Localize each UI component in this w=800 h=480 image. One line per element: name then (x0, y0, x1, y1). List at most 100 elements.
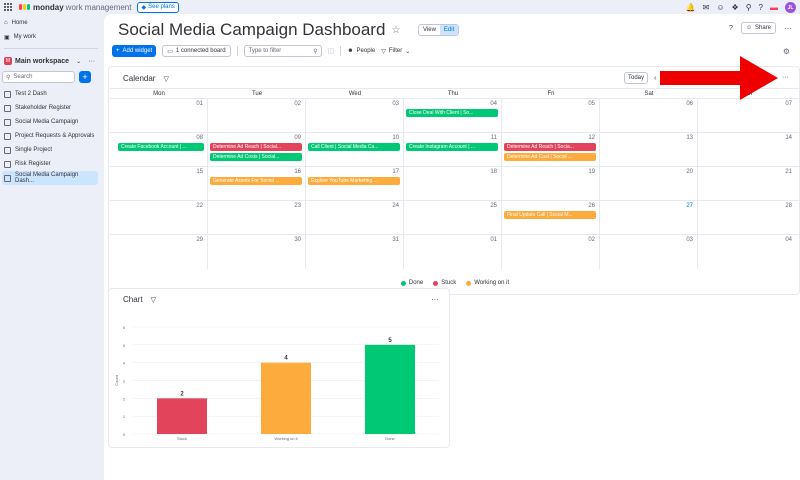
day-number: 02 (588, 237, 595, 243)
edit-mode-button[interactable]: Edit (439, 25, 459, 35)
calendar-day[interactable]: 09 Determine Ad Reach | Social... Determ… (208, 133, 306, 166)
calendar-day[interactable]: 10 Call Client | Social Media Ca... (306, 133, 404, 166)
filter-input[interactable]: Type to filter ⚲ (243, 45, 322, 57)
calendar-event[interactable]: Determine Ad Costs | Social... (210, 153, 302, 161)
calendar-day[interactable]: 14 (698, 133, 796, 166)
sidebar-item-board[interactable]: Test 2 Dash (0, 87, 102, 101)
help-icon[interactable]: ? (729, 25, 733, 32)
add-widget-button[interactable]: + Add widget (112, 45, 157, 57)
chart-more-icon[interactable]: ··· (431, 295, 439, 304)
sidebar-item-board[interactable]: Stakeholder Register (0, 101, 102, 115)
add-item-button[interactable]: + (79, 71, 91, 83)
sidebar-item-board[interactable]: Risk Register (0, 157, 102, 171)
user-avatar[interactable]: JL (785, 2, 796, 13)
calendar-day[interactable]: 01 (404, 235, 502, 269)
calendar-event[interactable]: Generate Assets For Social ... (210, 177, 302, 185)
calendar-day[interactable]: 03 (306, 99, 404, 132)
day-number: 22 (196, 203, 203, 209)
sidebar-item-my-work[interactable]: ▣ My work (0, 30, 102, 44)
calendar-day[interactable]: 12 Determine Ad Reach | Socia... Determi… (502, 133, 600, 166)
sidebar-item-home[interactable]: ⌂ Home (0, 16, 102, 30)
calendar-day[interactable]: 08 Create Facebook Account | ... (110, 133, 208, 166)
board-icon: ▭ (167, 48, 173, 55)
sidebar-item-board[interactable]: Single Project (0, 143, 102, 157)
notifications-icon[interactable]: 🔔 (686, 3, 696, 12)
calendar-day[interactable]: 05 (502, 99, 600, 132)
calendar-event[interactable]: Close Deal With Client | So... (406, 109, 498, 117)
calendar-day[interactable]: 20 (600, 167, 698, 200)
connected-boards-button[interactable]: ▭ 1 connected board (162, 45, 231, 57)
share-button[interactable]: ☺ Share (740, 22, 776, 34)
calendar-day[interactable]: 13 (600, 133, 698, 166)
calendar-day[interactable]: 24 (306, 201, 404, 234)
calendar-day[interactable]: 25 (404, 201, 502, 234)
calendar-title[interactable]: Calendar (123, 74, 155, 83)
page-title[interactable]: Social Media Campaign Dashboard (118, 20, 385, 40)
calendar-day[interactable]: 29 (110, 235, 208, 269)
sidebar-search-input[interactable]: ⚲ Search (2, 71, 75, 83)
bar[interactable] (157, 398, 207, 434)
calendar-day[interactable]: 21 (698, 167, 796, 200)
invite-members-icon[interactable]: ☺ (716, 3, 724, 12)
calendar-day[interactable]: 26 Final Update Call | Social M... (502, 201, 600, 234)
save-filter-icon[interactable]: ◫ (328, 47, 335, 55)
calendar-day[interactable]: 15 (110, 167, 208, 200)
legend-item-stuck[interactable]: Stuck (433, 280, 456, 286)
calendar-day[interactable]: 19 (502, 167, 600, 200)
calendar-day[interactable]: 16 Generate Assets For Social ... (208, 167, 306, 200)
weekday-label: Wed (348, 91, 362, 97)
calendar-day[interactable]: 27 (600, 201, 698, 234)
filter-icon[interactable]: ▽ (163, 75, 168, 83)
people-filter-button[interactable]: ☻ People (347, 48, 375, 54)
calendar-day[interactable]: 04 (698, 235, 796, 269)
monday-apps-icon[interactable]: ▬ (770, 3, 778, 12)
calendar-more-icon[interactable]: ··· (782, 74, 789, 81)
calendar-day[interactable]: 31 (306, 235, 404, 269)
calendar-day[interactable]: 02 (208, 99, 306, 132)
inbox-icon[interactable]: ✉ (703, 3, 710, 12)
calendar-day[interactable]: 11 Create Instagram Account | ... (404, 133, 502, 166)
filter-icon[interactable]: ▽ (151, 296, 156, 304)
view-mode-button[interactable]: View (419, 25, 440, 35)
filter-button[interactable]: ▽ Filter ⌄ (381, 48, 410, 55)
calendar-day[interactable]: 01 (110, 99, 208, 132)
calendar-day[interactable]: 28 (698, 201, 796, 234)
calendar-event[interactable]: Call Client | Social Media Ca... (308, 143, 400, 151)
calendar-day[interactable]: 04 Close Deal With Client | So... (404, 99, 502, 132)
chart-title[interactable]: Chart (123, 295, 143, 304)
calendar-day[interactable]: 17 Explore YouTube Marketing ... (306, 167, 404, 200)
calendar-day[interactable]: 30 (208, 235, 306, 269)
calendar-event[interactable]: Final Update Call | Social M... (504, 211, 596, 219)
calendar-day[interactable]: 03 (600, 235, 698, 269)
sidebar-item-dashboard[interactable]: Social Media Campaign Dash... (2, 171, 98, 185)
more-options-icon[interactable]: ··· (88, 58, 95, 65)
workspace-selector[interactable]: M Main workspace ⌄ ··· (0, 53, 102, 69)
calendar-event[interactable]: Determine Ad Reach | Socia... (504, 143, 596, 151)
chevron-left-icon[interactable]: ‹ (654, 75, 656, 82)
legend-item-done[interactable]: Done (400, 280, 423, 286)
calendar-day[interactable]: 22 (110, 201, 208, 234)
bar[interactable] (261, 362, 311, 434)
sidebar-item-board[interactable]: Social Media Campaign (0, 115, 102, 129)
calendar-event[interactable]: Determine Ad Cost | Social ... (504, 153, 596, 161)
calendar-day[interactable]: 18 (404, 167, 502, 200)
search-everything-icon[interactable]: ⚲ (746, 3, 752, 12)
help-icon[interactable]: ? (759, 3, 763, 12)
app-switcher-icon[interactable] (4, 2, 13, 12)
calendar-day[interactable]: 23 (208, 201, 306, 234)
apps-icon[interactable]: ❖ (732, 3, 739, 12)
settings-icon[interactable]: ⚙ (783, 47, 790, 56)
calendar-event[interactable]: Explore YouTube Marketing ... (308, 177, 400, 185)
see-plans-button[interactable]: ◆ See plans (137, 1, 179, 13)
calendar-event[interactable]: Create Facebook Account | ... (118, 143, 204, 151)
star-icon[interactable]: ☆ (391, 25, 400, 36)
today-button[interactable]: Today (624, 72, 649, 84)
calendar-event[interactable]: Determine Ad Reach | Social... (210, 143, 302, 151)
calendar-day[interactable]: 02 (502, 235, 600, 269)
bar[interactable] (365, 344, 415, 434)
sidebar-item-board[interactable]: Project Requests & Approvals (0, 129, 102, 143)
more-options-icon[interactable]: ··· (784, 24, 792, 33)
calendar-event[interactable]: Create Instagram Account | ... (406, 143, 498, 151)
legend-item-working[interactable]: Working on it (466, 280, 509, 286)
brand-logo[interactable]: monday work management (19, 3, 131, 12)
